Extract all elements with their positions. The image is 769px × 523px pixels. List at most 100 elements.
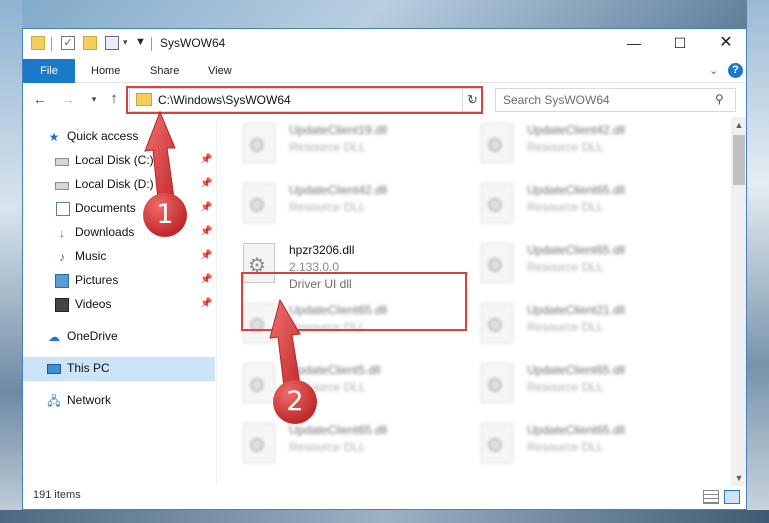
file-type: Resource DLL: [527, 380, 604, 394]
file-type: Resource DLL: [527, 260, 604, 274]
pin-icon[interactable]: 📌: [200, 154, 212, 165]
sidebar-item-videos[interactable]: Videos 📌: [23, 293, 215, 317]
pin-icon[interactable]: 📌: [200, 298, 212, 309]
file-type: Resource DLL: [289, 140, 366, 154]
pin-icon[interactable]: 📌: [200, 226, 212, 237]
pin-icon[interactable]: 📌: [200, 274, 212, 285]
sidebar-item-local-disk-d[interactable]: Local Disk (D:) 📌: [23, 173, 215, 197]
view-options-icon[interactable]: [105, 36, 119, 50]
sidebar-item-network[interactable]: 🖧 Network: [23, 389, 215, 413]
details-view-icon[interactable]: [703, 490, 719, 504]
pane-divider[interactable]: [216, 117, 217, 486]
file-type: Resource DLL: [289, 440, 366, 454]
dll-file-icon: ⚙: [481, 303, 513, 343]
maximize-button[interactable]: ☐: [657, 29, 703, 58]
file-tile[interactable]: ⚙ UpdateClient65.dll Resource DLL: [461, 237, 691, 297]
tab-view[interactable]: View: [208, 59, 232, 83]
dll-file-icon: ⚙: [481, 423, 513, 463]
navigation-bar: ← → ▾ ↑ C:\Windows\SysWOW64 ⌄ ↻ Search S…: [23, 84, 746, 116]
recent-locations-icon[interactable]: ▾: [85, 90, 103, 108]
file-explorer-window: ✓ ▾ ▼ SysWOW64 — ☐ ✕ File Home Share Vie…: [22, 28, 747, 510]
chevron-down-icon[interactable]: ▾: [123, 37, 128, 48]
sidebar-item-onedrive[interactable]: ☁ OneDrive: [23, 325, 215, 349]
toolbar-divider: [51, 37, 52, 51]
scroll-down-icon[interactable]: ▼: [731, 470, 746, 486]
file-highlight-box: [241, 272, 467, 331]
drive-icon: [55, 158, 69, 166]
file-tile[interactable]: ⚙ UpdateClient19.dll Resource DLL: [223, 117, 453, 177]
close-button[interactable]: ✕: [703, 29, 746, 58]
sidebar-item-label: This PC: [67, 361, 110, 375]
file-name: UpdateClient5.dll: [289, 363, 381, 377]
customize-toolbar-icon[interactable]: ▼: [135, 36, 146, 48]
tab-home[interactable]: Home: [91, 59, 120, 83]
status-bar: 191 items: [23, 486, 746, 509]
sidebar-item-local-disk-c[interactable]: Local Disk (C:) 📌: [23, 149, 215, 173]
address-bar[interactable]: C:\Windows\SysWOW64 ⌄: [129, 88, 482, 112]
callout-badge-2: 2: [273, 380, 317, 424]
sidebar-item-quick-access[interactable]: ★ Quick access: [23, 125, 215, 149]
minimize-button[interactable]: —: [611, 29, 657, 58]
pin-icon[interactable]: 📌: [200, 202, 212, 213]
tab-share[interactable]: Share: [150, 59, 179, 83]
dll-file-icon: ⚙: [481, 123, 513, 163]
sidebar-item-label: Videos: [75, 297, 112, 311]
music-note-icon: ♪: [59, 250, 65, 264]
back-arrow-icon[interactable]: ←: [31, 90, 49, 108]
sidebar-item-downloads[interactable]: ↓ Downloads 📌: [23, 221, 215, 245]
callout-badge-1: 1: [143, 193, 187, 237]
address-path[interactable]: C:\Windows\SysWOW64: [158, 93, 291, 107]
file-name: UpdateClient65.dll: [289, 423, 388, 437]
vertical-scrollbar[interactable]: ▲ ▼: [731, 117, 746, 486]
forward-arrow-icon[interactable]: →: [59, 90, 77, 108]
pin-icon[interactable]: 📌: [200, 250, 212, 261]
file-name: UpdateClient65.dll: [527, 183, 626, 197]
file-type: Resource DLL: [527, 320, 604, 334]
scroll-thumb[interactable]: [733, 135, 745, 185]
file-tile[interactable]: ⚙ UpdateClient65.dll Resource DLL: [461, 417, 691, 477]
large-icons-view-icon[interactable]: [724, 490, 740, 504]
file-type: Resource DLL: [527, 440, 604, 454]
tab-file[interactable]: File: [23, 59, 75, 83]
sidebar-item-label: Documents: [75, 201, 136, 215]
file-name: UpdateClient65.dll: [527, 243, 626, 257]
pin-icon[interactable]: 📌: [200, 178, 212, 189]
file-list: ⚙ UpdateClient19.dll Resource DLL ⚙ Upda…: [223, 117, 731, 486]
search-input[interactable]: Search SysWOW64 ⚲: [495, 88, 736, 112]
help-icon[interactable]: ?: [728, 63, 743, 78]
desktop-wallpaper: [0, 510, 769, 523]
scroll-up-icon[interactable]: ▲: [731, 117, 746, 133]
star-icon: ★: [48, 130, 60, 144]
computer-icon: [47, 364, 61, 374]
dll-file-icon: ⚙: [243, 183, 275, 223]
sidebar-item-label: Pictures: [75, 273, 119, 287]
file-tile[interactable]: ⚙ UpdateClient21.dll Resource DLL: [461, 297, 691, 357]
title-bar: ✓ ▾ ▼ SysWOW64 — ☐ ✕: [23, 29, 746, 59]
sidebar-item-this-pc[interactable]: This PC: [23, 357, 215, 381]
up-arrow-icon[interactable]: ↑: [105, 90, 123, 108]
sidebar-item-label: Local Disk (C:): [75, 153, 154, 167]
search-placeholder: Search SysWOW64: [503, 93, 610, 107]
search-icon[interactable]: ⚲: [715, 92, 724, 106]
cloud-icon: ☁: [48, 330, 60, 344]
file-type: Resource DLL: [527, 140, 604, 154]
file-name: UpdateClient42.dll: [289, 183, 388, 197]
file-name: UpdateClient42.dll: [527, 123, 626, 137]
file-name: UpdateClient65.dll: [527, 363, 626, 377]
file-tile[interactable]: ⚙ UpdateClient42.dll Resource DLL: [223, 177, 453, 237]
properties-check-icon[interactable]: ✓: [61, 36, 75, 50]
file-tile[interactable]: ⚙ UpdateClient65.dll Resource DLL: [223, 417, 453, 477]
expand-ribbon-icon[interactable]: ⌄: [709, 64, 718, 77]
file-name: UpdateClient65.dll: [527, 423, 626, 437]
new-folder-icon[interactable]: [83, 36, 97, 50]
window-title: SysWOW64: [160, 36, 226, 50]
file-tile[interactable]: ⚙ UpdateClient65.dll Resource DLL: [461, 357, 691, 417]
sidebar-item-music[interactable]: ♪ Music 📌: [23, 245, 215, 269]
documents-icon: [56, 202, 70, 216]
file-tile[interactable]: ⚙ UpdateClient5.dll Resource DLL: [223, 357, 453, 417]
sidebar-item-pictures[interactable]: Pictures 📌: [23, 269, 215, 293]
refresh-icon[interactable]: ↻: [462, 88, 482, 112]
file-tile[interactable]: ⚙ UpdateClient65.dll Resource DLL: [461, 177, 691, 237]
desktop-wallpaper: [0, 0, 22, 523]
file-tile[interactable]: ⚙ UpdateClient42.dll Resource DLL: [461, 117, 691, 177]
